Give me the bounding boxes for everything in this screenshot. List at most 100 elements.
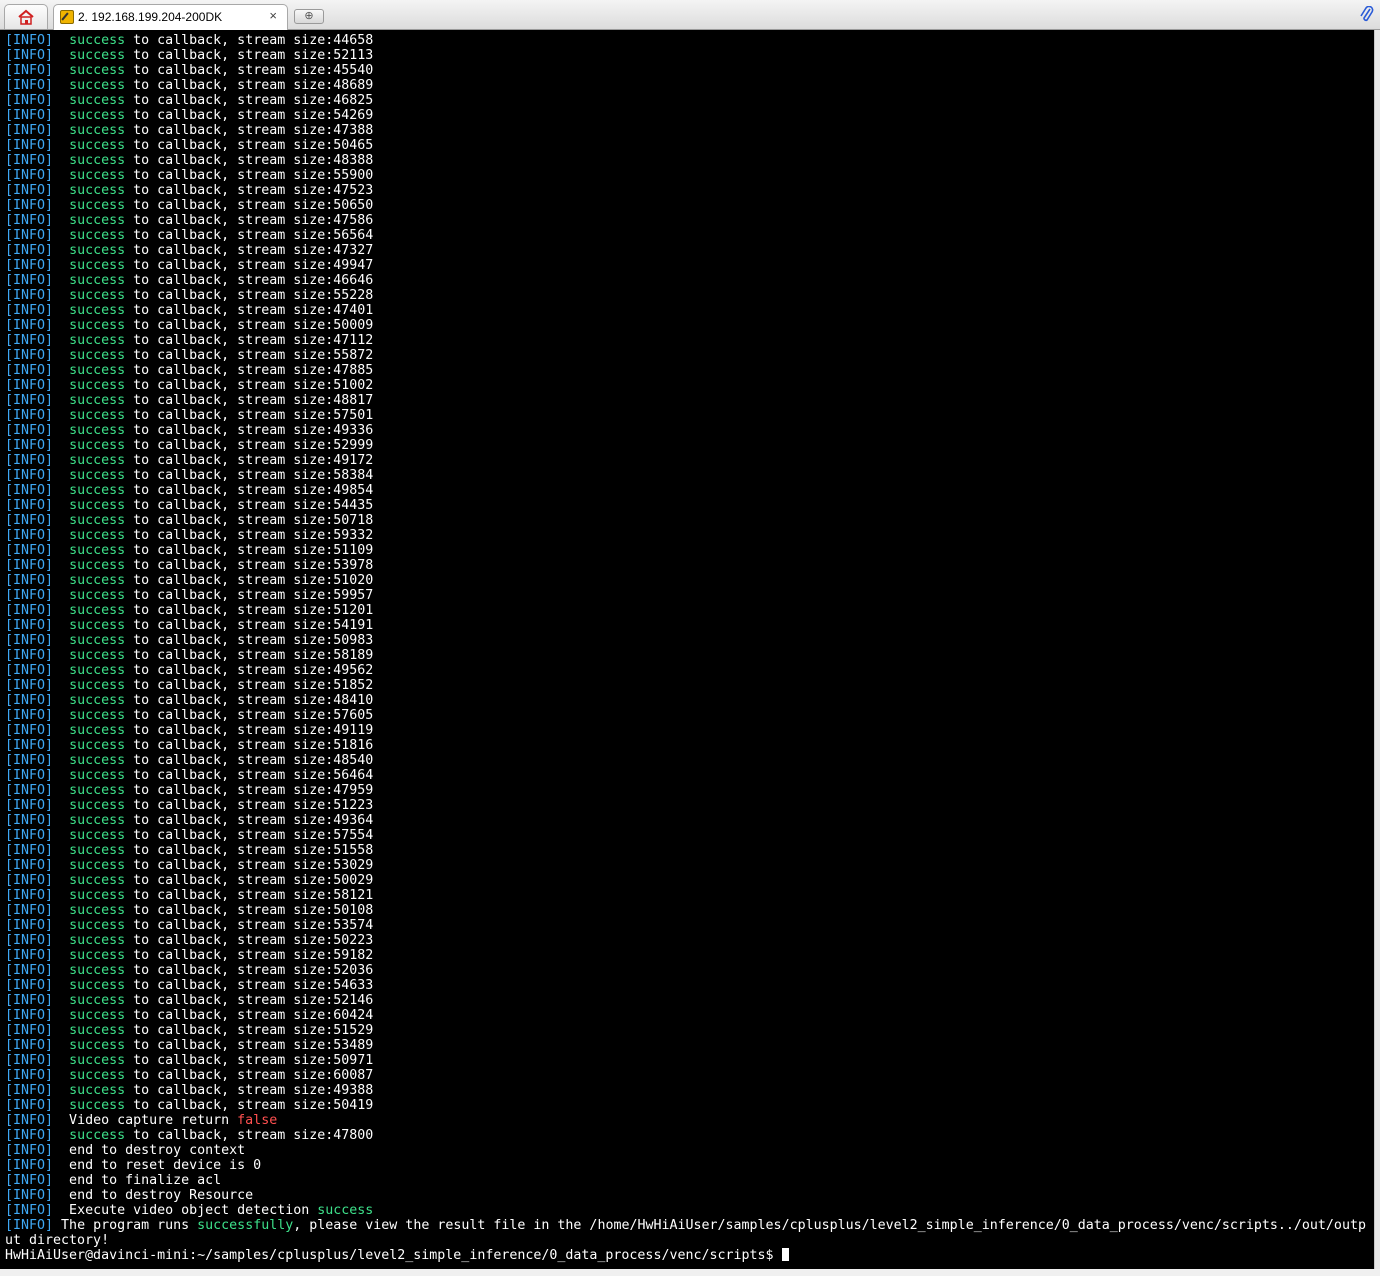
log-line: [INFO] success to callback, stream size:…	[5, 813, 1374, 828]
log-line: [INFO] success to callback, stream size:…	[5, 303, 1374, 318]
log-line: [INFO] success to callback, stream size:…	[5, 903, 1374, 918]
stream-size: 59332	[333, 528, 374, 543]
log-message: to callback, stream size:	[125, 918, 334, 933]
log-message: to callback, stream size:	[125, 168, 334, 183]
home-tab[interactable]	[4, 4, 48, 29]
add-tab-icon[interactable]: ⊕	[294, 9, 324, 24]
success-word: success	[69, 258, 126, 273]
stream-size: 54191	[333, 618, 374, 633]
log-tag: [INFO]	[5, 648, 54, 663]
log-line: [INFO] success to callback, stream size:…	[5, 918, 1374, 933]
log-tag: [INFO]	[5, 378, 54, 393]
log-message: to callback, stream size:	[125, 183, 334, 198]
stream-size: 54633	[333, 978, 374, 993]
log-line: [INFO] success to callback, stream size:…	[5, 63, 1374, 78]
log-line: [INFO] success to callback, stream size:…	[5, 1083, 1374, 1098]
success-word: success	[69, 108, 126, 123]
log-tag: [INFO]	[5, 33, 54, 48]
success-word: success	[317, 1203, 374, 1218]
success-word: success	[69, 483, 126, 498]
stream-size: 51852	[333, 678, 374, 693]
success-word: success	[69, 153, 126, 168]
log-message: to callback, stream size:	[125, 738, 334, 753]
log-line: [INFO] success to callback, stream size:…	[5, 258, 1374, 273]
log-message: to callback, stream size:	[125, 663, 334, 678]
log-tag: [INFO]	[5, 318, 54, 333]
stream-size: 58189	[333, 648, 374, 663]
log-tag: [INFO]	[5, 858, 54, 873]
paperclip-icon[interactable]	[1360, 6, 1374, 24]
home-icon	[18, 9, 34, 25]
log-tag: [INFO]	[5, 108, 54, 123]
log-message: to callback, stream size:	[125, 993, 334, 1008]
log-tag: [INFO]	[5, 483, 54, 498]
log-tag: [INFO]	[5, 168, 54, 183]
log-message: to callback, stream size:	[125, 1128, 334, 1143]
log-line: [INFO] success to callback, stream size:…	[5, 663, 1374, 678]
stream-size: 47401	[333, 303, 374, 318]
log-message: to callback, stream size:	[125, 198, 334, 213]
log-message: to callback, stream size:	[125, 483, 334, 498]
log-message: to callback, stream size:	[125, 93, 334, 108]
stream-size: 48540	[333, 753, 374, 768]
stream-size: 57501	[333, 408, 374, 423]
log-message: to callback, stream size:	[125, 273, 334, 288]
success-word: success	[69, 633, 126, 648]
success-word: success	[69, 318, 126, 333]
stream-size: 49336	[333, 423, 374, 438]
stream-size: 58384	[333, 468, 374, 483]
stream-size: 50718	[333, 513, 374, 528]
shell-prompt-line: HwHiAiUser@davinci-mini:~/samples/cplusp…	[5, 1248, 1374, 1263]
success-word: success	[69, 348, 126, 363]
log-message: to callback, stream size:	[125, 768, 334, 783]
log-line: [INFO] success to callback, stream size:…	[5, 48, 1374, 63]
log-message: to callback, stream size:	[125, 1068, 334, 1083]
stream-size: 48388	[333, 153, 374, 168]
stream-size: 51201	[333, 603, 374, 618]
stream-size: 51223	[333, 798, 374, 813]
stream-size: 51558	[333, 843, 374, 858]
success-word: success	[69, 378, 126, 393]
terminal-cursor	[781, 1248, 789, 1261]
terminal-output[interactable]: [INFO] success to callback, stream size:…	[0, 30, 1374, 1269]
log-message: to callback, stream size:	[125, 603, 334, 618]
stream-size: 47327	[333, 243, 374, 258]
log-line: [INFO] success to callback, stream size:…	[5, 828, 1374, 843]
log-tag: [INFO]	[5, 738, 54, 753]
close-icon[interactable]: ×	[269, 8, 277, 23]
success-word: success	[69, 333, 126, 348]
log-tag: [INFO]	[5, 813, 54, 828]
log-line: [INFO] success to callback, stream size:…	[5, 963, 1374, 978]
terminal-scrollbar[interactable]	[1374, 30, 1380, 1269]
log-line: [INFO] end to reset device is 0	[5, 1158, 1374, 1173]
log-message: to callback, stream size:	[125, 963, 334, 978]
log-message: to callback, stream size:	[125, 588, 334, 603]
stream-size: 49364	[333, 813, 374, 828]
success-word: success	[69, 858, 126, 873]
log-message: to callback, stream size:	[125, 78, 334, 93]
log-message: to callback, stream size:	[125, 753, 334, 768]
log-tag: [INFO]	[5, 48, 54, 63]
stream-size: 54435	[333, 498, 374, 513]
log-line: [INFO] success to callback, stream size:…	[5, 1068, 1374, 1083]
log-tag: [INFO]	[5, 1128, 54, 1143]
log-line: [INFO] success to callback, stream size:…	[5, 573, 1374, 588]
log-message: end to reset device is 0	[53, 1158, 262, 1173]
stream-size: 46825	[333, 93, 374, 108]
stream-size: 58121	[333, 888, 374, 903]
log-tag: [INFO]	[5, 78, 54, 93]
log-line: [INFO] success to callback, stream size:…	[5, 438, 1374, 453]
tab-session[interactable]: 2. 192.168.199.204-200DK ×	[53, 4, 288, 30]
success-word: success	[69, 393, 126, 408]
log-line: [INFO] success to callback, stream size:…	[5, 633, 1374, 648]
success-word: success	[69, 33, 126, 48]
success-word: success	[69, 498, 126, 513]
stream-size: 52146	[333, 993, 374, 1008]
success-word: success	[69, 843, 126, 858]
stream-size: 53489	[333, 1038, 374, 1053]
log-tag: [INFO]	[5, 363, 54, 378]
log-tag: [INFO]	[5, 933, 54, 948]
log-message: to callback, stream size:	[125, 1083, 334, 1098]
stream-size: 51109	[333, 543, 374, 558]
log-line: [INFO] success to callback, stream size:…	[5, 468, 1374, 483]
